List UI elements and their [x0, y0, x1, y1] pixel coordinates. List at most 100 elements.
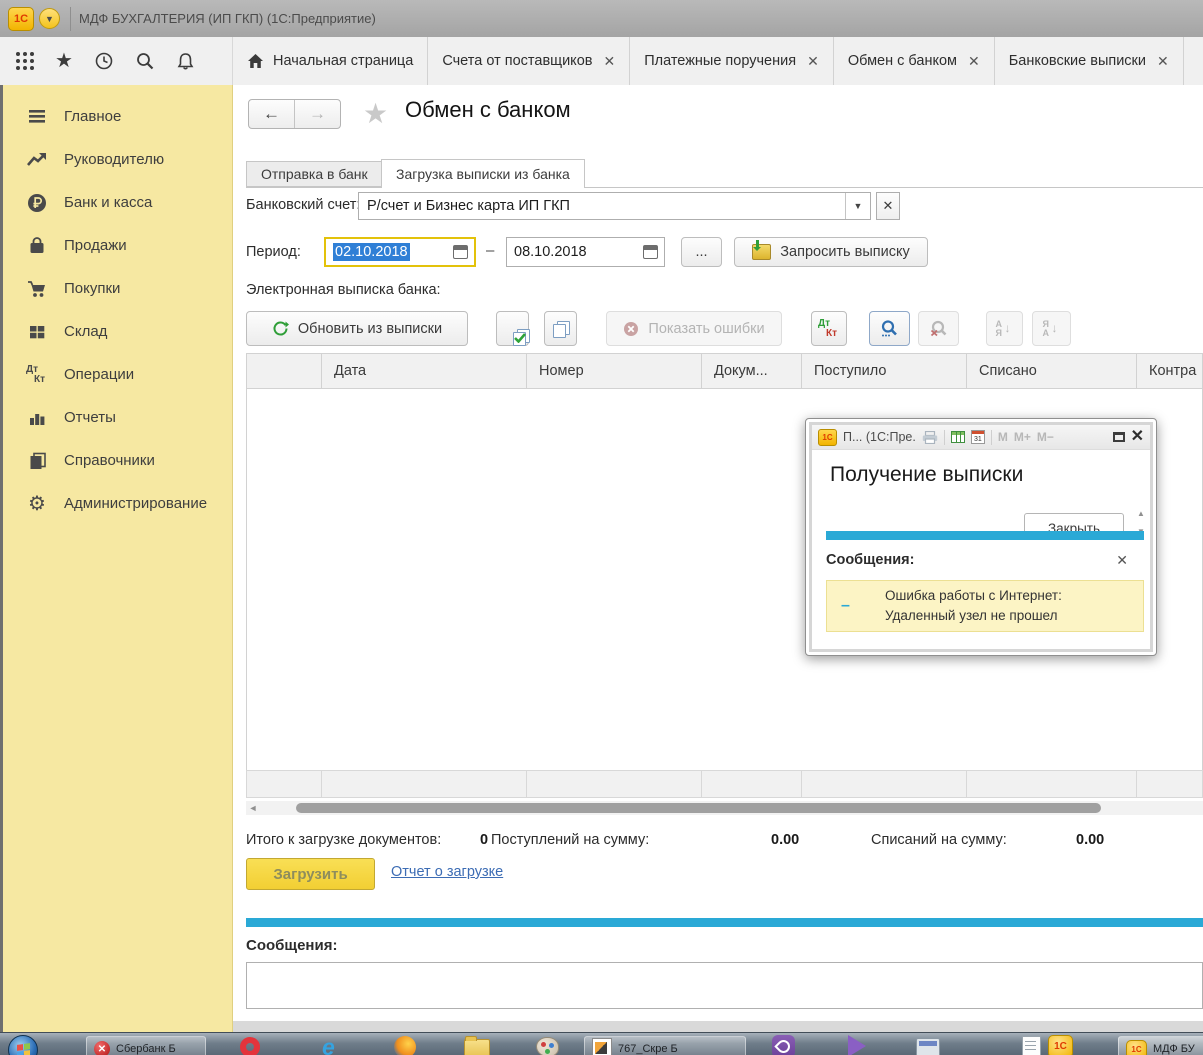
- sidebar-item-label: Продажи: [64, 237, 127, 254]
- close-icon[interactable]: ✕: [603, 54, 615, 68]
- dialog-close-icon[interactable]: ✕: [1131, 429, 1144, 445]
- close-icon[interactable]: ✕: [1157, 54, 1169, 68]
- tab-home[interactable]: Начальная страница: [233, 37, 428, 85]
- dialog-error-message[interactable]: – Ошибка работы с Интернет: Удаленный уз…: [826, 580, 1144, 632]
- column-document[interactable]: Докум...: [702, 354, 802, 388]
- column-checkbox[interactable]: [247, 354, 322, 388]
- bank-account-value: Р/счет и Бизнес карта ИП ГКП: [359, 198, 845, 214]
- functions-menu-icon[interactable]: [16, 52, 34, 70]
- chevron-down-icon[interactable]: ▼: [845, 193, 870, 219]
- taskbar-calculator-icon[interactable]: [916, 1036, 940, 1055]
- blocks-grid-icon: [25, 320, 49, 344]
- taskbar-1c-icon[interactable]: 1С: [1048, 1035, 1073, 1055]
- dialog-messages-close-icon[interactable]: ✕: [1116, 552, 1128, 569]
- taskbar-viber-icon[interactable]: [772, 1035, 795, 1055]
- search-icon[interactable]: [135, 51, 155, 71]
- column-date[interactable]: Дата: [322, 354, 527, 388]
- load-report-link[interactable]: Отчет о загрузке: [391, 864, 503, 880]
- tab-payment-orders[interactable]: Платежные поручения ✕: [630, 37, 834, 85]
- calculator-table-icon[interactable]: [951, 431, 965, 443]
- windows-logo-icon: [17, 1043, 30, 1055]
- sort-descending-button[interactable]: ЯА↓: [1032, 311, 1071, 346]
- dialog-titlebar[interactable]: 1С П... (1С:Пре. 31 M M+ M− ✕: [812, 425, 1150, 450]
- load-button[interactable]: Загрузить: [246, 858, 375, 890]
- forward-button[interactable]: →: [295, 100, 340, 128]
- find-button[interactable]: [869, 311, 910, 346]
- sidebar-item-references[interactable]: Справочники: [3, 439, 232, 482]
- ruble-circle-icon: [25, 191, 49, 215]
- taskbar-explorer-icon[interactable]: [464, 1036, 490, 1055]
- check-all-button[interactable]: [496, 311, 529, 346]
- refresh-from-statement-button[interactable]: Обновить из выписки: [246, 311, 468, 346]
- cancel-find-button[interactable]: [918, 311, 959, 346]
- sidebar-item-manager[interactable]: Руководителю: [3, 138, 232, 181]
- request-statement-label: Запросить выписку: [780, 244, 909, 260]
- scroll-left-icon[interactable]: ◄: [246, 803, 260, 813]
- tab-bank-exchange[interactable]: Обмен с банком ✕: [834, 37, 995, 85]
- start-button[interactable]: [8, 1035, 38, 1055]
- bank-account-field[interactable]: Р/счет и Бизнес карта ИП ГКП ▼: [358, 192, 871, 220]
- sidebar-item-warehouse[interactable]: Склад: [3, 310, 232, 353]
- column-number[interactable]: Номер: [527, 354, 702, 388]
- sidebar-item-reports[interactable]: Отчеты: [3, 396, 232, 439]
- scrollbar-thumb[interactable]: [296, 803, 1101, 813]
- period-from-field[interactable]: 02.10.2018: [324, 237, 476, 267]
- taskbar-notepad-icon[interactable]: [1022, 1036, 1041, 1055]
- tab-load-statement[interactable]: Загрузка выписки из банка: [381, 159, 585, 188]
- clear-account-button[interactable]: ✕: [876, 192, 900, 220]
- period-more-button[interactable]: ...: [681, 237, 722, 267]
- period-to-field[interactable]: 08.10.2018: [506, 237, 665, 267]
- memory-mplus-button[interactable]: M+: [1014, 430, 1031, 444]
- print-icon[interactable]: [922, 431, 938, 444]
- favorite-star-icon[interactable]: ★: [363, 100, 388, 128]
- column-received[interactable]: Поступило: [802, 354, 967, 388]
- dialog-close-button-clipped[interactable]: Закрыть: [1024, 513, 1128, 531]
- taskbar-play-icon[interactable]: [848, 1035, 866, 1055]
- taskbar-ie-icon[interactable]: e: [322, 1036, 335, 1055]
- taskbar-button-767[interactable]: 767_Скре Б: [584, 1036, 746, 1055]
- messages-panel[interactable]: [246, 962, 1203, 1009]
- tab-send-to-bank[interactable]: Отправка в банк: [246, 161, 383, 187]
- main-menu-dropdown[interactable]: ▼: [39, 8, 60, 29]
- column-written-off[interactable]: Списано: [967, 354, 1137, 388]
- maximize-icon[interactable]: [1113, 432, 1125, 442]
- sort-ascending-button[interactable]: АЯ↓: [986, 311, 1023, 346]
- column-counterparty[interactable]: Контра: [1137, 354, 1202, 388]
- back-button[interactable]: ←: [249, 100, 295, 128]
- debit-credit-button[interactable]: ДтКт: [811, 311, 847, 346]
- sidebar-item-administration[interactable]: ⚙ Администрирование: [3, 482, 232, 525]
- taskbar-opera-icon[interactable]: [240, 1037, 260, 1055]
- sidebar-item-main[interactable]: Главное: [3, 95, 232, 138]
- show-errors-button[interactable]: Показать ошибки: [606, 311, 782, 346]
- sidebar-item-label: Склад: [64, 323, 107, 340]
- favorites-icon[interactable]: ★: [55, 51, 73, 71]
- request-statement-button[interactable]: Запросить выписку: [734, 237, 928, 267]
- taskbar-button-mdf[interactable]: 1С МДФ БУ: [1118, 1036, 1203, 1055]
- memory-mminus-button[interactable]: M−: [1037, 430, 1054, 444]
- tab-supplier-invoices[interactable]: Счета от поставщиков ✕: [428, 37, 630, 85]
- total-docs-label: Итого к загрузке документов:: [246, 832, 441, 848]
- taskbar-firefox-icon[interactable]: [394, 1036, 416, 1055]
- taskbar-button-sberbank[interactable]: ✕ Сбербанк Б: [86, 1036, 206, 1055]
- taskbar-paint-icon[interactable]: [536, 1037, 559, 1055]
- notifications-bell-icon[interactable]: [176, 51, 195, 71]
- dialog-messages-label: Сообщения:: [826, 552, 914, 568]
- close-icon[interactable]: ✕: [807, 54, 819, 68]
- sidebar-item-bank-cash[interactable]: Банк и касса: [3, 181, 232, 224]
- calendar-icon[interactable]: [453, 245, 468, 259]
- sidebar-item-sales[interactable]: Продажи: [3, 224, 232, 267]
- horizontal-scrollbar[interactable]: ◄: [246, 801, 1203, 815]
- calendar-icon[interactable]: [643, 245, 658, 259]
- calendar-day-icon[interactable]: 31: [971, 430, 985, 444]
- memory-m-button[interactable]: M: [998, 430, 1008, 444]
- uncheck-all-button[interactable]: [544, 311, 577, 346]
- messages-label: Сообщения:: [246, 937, 337, 954]
- quick-toolbar: ★: [0, 37, 233, 85]
- history-icon[interactable]: [94, 51, 114, 71]
- sidebar-item-purchases[interactable]: Покупки: [3, 267, 232, 310]
- find-icon: [880, 319, 899, 338]
- app-logo-1c[interactable]: 1С: [8, 7, 34, 31]
- sidebar-item-operations[interactable]: ДтКт Операции: [3, 353, 232, 396]
- tab-bank-statements[interactable]: Банковские выписки ✕: [995, 37, 1184, 85]
- close-icon[interactable]: ✕: [968, 54, 980, 68]
